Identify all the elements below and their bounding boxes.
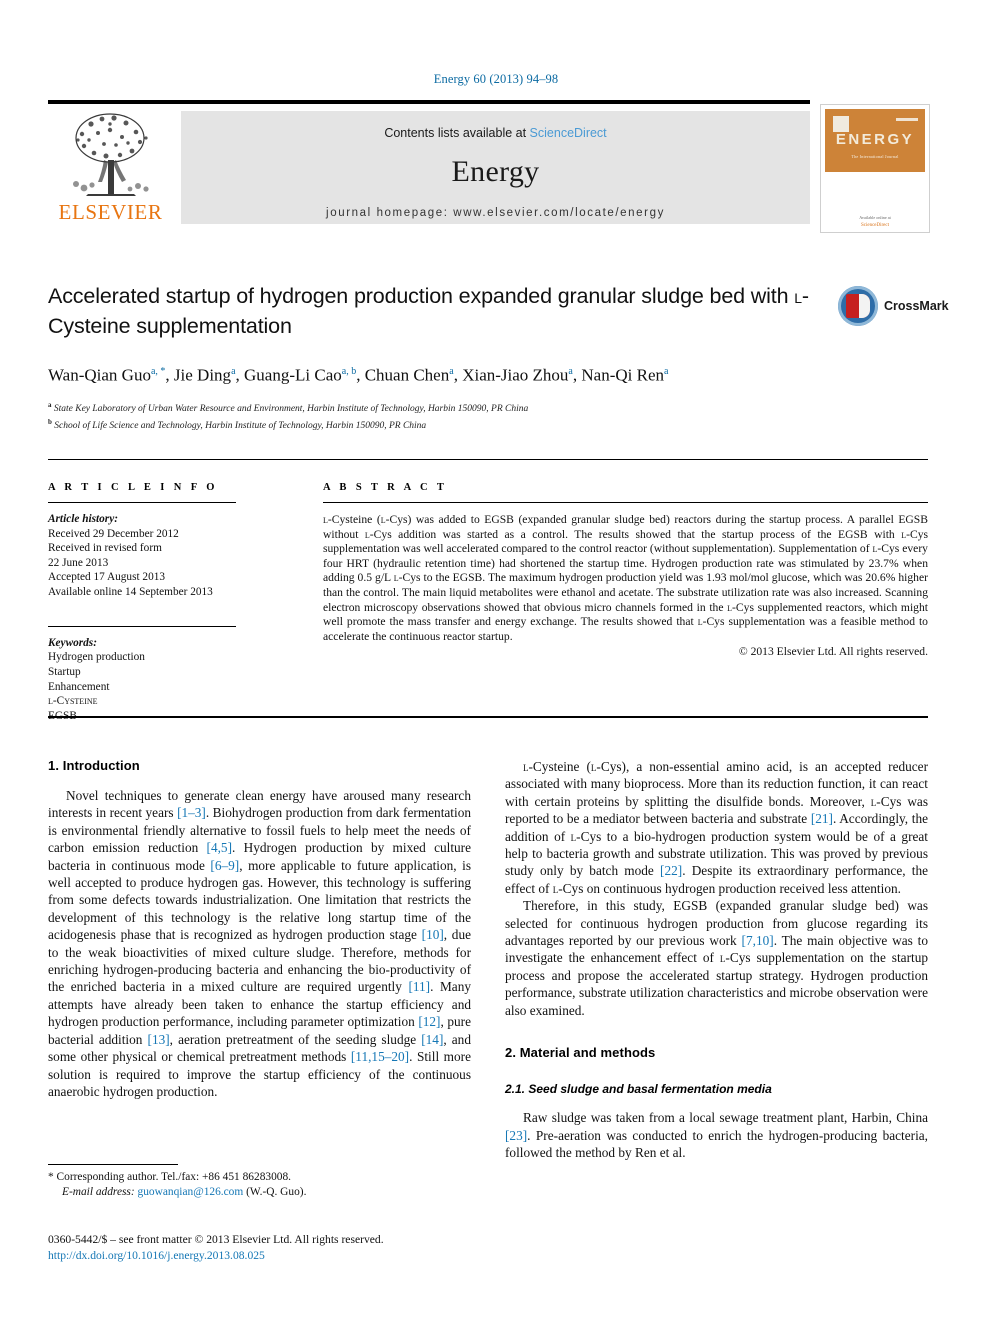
elsevier-logo: ELSEVIER xyxy=(48,104,173,231)
abstract-top-rule xyxy=(48,459,928,461)
elsevier-wordmark: ELSEVIER xyxy=(58,200,163,224)
body-column-right: l-Cysteine (l-Cys), a non-essential amin… xyxy=(505,758,928,1161)
crossmark-label: CrossMark xyxy=(884,299,949,313)
author-name: Chuan Chen xyxy=(364,365,450,385)
running-head: Energy 60 (2013) 94–98 xyxy=(433,72,559,86)
title-smallcaps-l: l xyxy=(794,286,802,308)
cover-elsevier-mark-icon xyxy=(833,116,849,132)
email-link[interactable]: guowanqian@126.com xyxy=(138,1186,244,1198)
paper-page: Energy 60 (2013) 94–98 ELSEVIER Contents… xyxy=(0,0,992,1323)
keywords-rule xyxy=(48,625,236,627)
email-line: E-mail address: guowanqian@126.com (W.-Q… xyxy=(48,1185,478,1200)
crossmark-book-icon xyxy=(846,294,870,318)
abstract-rule xyxy=(323,502,928,504)
author-affiliation-mark: a, * xyxy=(150,366,166,377)
article-info-rule xyxy=(48,502,236,504)
affiliation-text: State Key Laboratory of Urban Water Reso… xyxy=(53,403,529,414)
keywords-label: Keywords: xyxy=(48,636,97,649)
subsection-heading-seed-sludge: 2.1. Seed sludge and basal fermentation … xyxy=(505,1082,772,1097)
cover-topright-rule xyxy=(896,118,918,121)
paragraph-intro-1: Novel techniques to generate clean energ… xyxy=(48,788,472,1099)
author-name: Xian-Jiao Zhou xyxy=(462,365,569,385)
article-info-section: A R T I C L E I N F O Article history: R… xyxy=(48,482,286,723)
contents-prefix: Contents lists available at xyxy=(384,126,530,140)
article-history: Article history: Received 29 December 20… xyxy=(48,512,286,600)
author-name: Jie Ding xyxy=(173,365,232,385)
author-affiliation-mark: a xyxy=(568,366,573,377)
abstract-bottom-rule xyxy=(48,716,928,718)
article-history-label: Article history: xyxy=(48,513,118,526)
cover-title: ENERGY xyxy=(835,131,915,148)
elsevier-tree-icon xyxy=(73,113,149,196)
journal-masthead: ELSEVIER Contents lists available at Sci… xyxy=(48,104,810,231)
article-history-item: Received 29 December 2012 xyxy=(48,527,179,540)
abstract-copyright: © 2013 Elsevier Ltd. All rights reserved… xyxy=(738,645,928,659)
title-line-1: Accelerated startup of hydrogen producti… xyxy=(48,284,704,308)
cover-top-panel: ENERGY The International Journal xyxy=(825,109,925,172)
doi-link[interactable]: http://dx.doi.org/10.1016/j.energy.2013.… xyxy=(48,1249,265,1262)
keyword-item: Enhancement xyxy=(48,680,110,693)
keyword-item: Hydrogen production xyxy=(48,651,145,664)
corresponding-author-note: * Corresponding author. Tel./fax: +86 45… xyxy=(48,1171,292,1183)
cover-bottom-note: Available online at xyxy=(859,215,891,220)
crossmark-disc-icon xyxy=(838,286,878,326)
affiliation-mark: a xyxy=(48,400,52,409)
section-heading-materials: 2. Material and methods xyxy=(505,1045,656,1061)
paragraph-intro-3: Therefore, in this study, EGSB (expanded… xyxy=(505,898,929,1018)
affiliation-item: a State Key Laboratory of Urban Water Re… xyxy=(48,399,818,416)
journal-homepage[interactable]: journal homepage: www.elsevier.com/locat… xyxy=(181,207,810,219)
body-column-left: 1. Introduction Novel techniques to gene… xyxy=(48,758,471,1100)
abstract-text: l-Cysteine (l-Cys) was added to EGSB (ex… xyxy=(323,513,928,643)
article-history-item: Available online 14 September 2013 xyxy=(48,586,213,599)
author-name: Guang-Li Cao xyxy=(244,365,342,385)
issn-copyright-line: 0360-5442/$ – see front matter © 2013 El… xyxy=(48,1233,384,1246)
author-affiliation-mark: a xyxy=(664,366,669,377)
abstract-section: A B S T R A C T l-Cysteine (l-Cys) was a… xyxy=(323,482,928,658)
affiliation-item: b School of Life Science and Technology,… xyxy=(48,416,818,433)
colophon-block: 0360-5442/$ – see front matter © 2013 El… xyxy=(48,1232,508,1263)
article-history-item: 22 June 2013 xyxy=(48,556,109,569)
keywords-list: Keywords: Hydrogen production Startup En… xyxy=(48,636,286,724)
author-affiliation-mark: a xyxy=(231,366,236,377)
affiliation-text: School of Life Science and Technology, H… xyxy=(54,420,427,431)
page-title: Accelerated startup of hydrogen producti… xyxy=(48,282,818,341)
abstract-heading: A B S T R A C T xyxy=(323,482,448,493)
footnote-rule xyxy=(48,1164,178,1166)
affiliation-list: a State Key Laboratory of Urban Water Re… xyxy=(48,399,818,433)
contents-available-line: Contents lists available at ScienceDirec… xyxy=(181,126,810,140)
author-affiliation-mark: a xyxy=(449,366,454,377)
keyword-item: Startup xyxy=(48,665,81,678)
article-info-heading: A R T I C L E I N F O xyxy=(48,482,218,493)
email-suffix: (W.-Q. Guo). xyxy=(243,1186,307,1198)
cover-subtitle: The International Journal xyxy=(851,154,899,159)
journal-cover-thumbnail: ENERGY The International Journal Availab… xyxy=(820,104,930,233)
title-line-2-pre: bed with xyxy=(709,284,795,308)
journal-band: Contents lists available at ScienceDirec… xyxy=(181,111,810,224)
author-list: Wan-Qian Guoa, *, Jie Dinga, Guang-Li Ca… xyxy=(48,365,669,385)
email-label: E-mail address: xyxy=(62,1186,135,1198)
paragraph-methods-1: Raw sludge was taken from a local sewage… xyxy=(505,1110,928,1160)
affiliation-mark: b xyxy=(48,417,52,426)
article-history-item: Received in revised form xyxy=(48,542,162,555)
paragraph-intro-2: l-Cysteine (l-Cys), a non-essential amin… xyxy=(505,759,929,896)
title-block: Accelerated startup of hydrogen producti… xyxy=(48,282,818,433)
section-heading-introduction: 1. Introduction xyxy=(48,758,140,773)
author-name: Nan-Qi Ren xyxy=(581,365,664,385)
keyword-item: l-Cysteine xyxy=(48,695,98,708)
sciencedirect-link[interactable]: ScienceDirect xyxy=(530,126,607,140)
author-affiliation-mark: a, b xyxy=(341,366,357,377)
footnote-block: * Corresponding author. Tel./fax: +86 45… xyxy=(48,1170,478,1200)
journal-title: Energy xyxy=(451,155,540,188)
author-name: Wan-Qian Guo xyxy=(48,365,151,385)
cover-sciencedirect: ScienceDirect xyxy=(860,223,890,228)
article-history-item: Accepted 17 August 2013 xyxy=(48,571,166,584)
crossmark-badge[interactable]: CrossMark xyxy=(838,286,949,330)
